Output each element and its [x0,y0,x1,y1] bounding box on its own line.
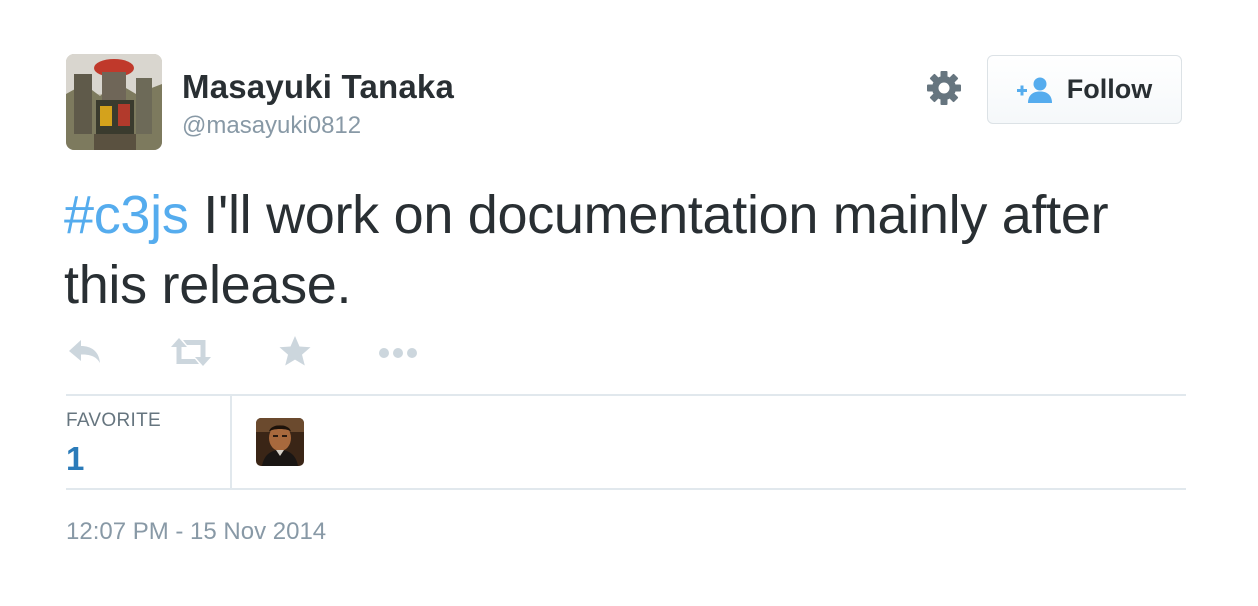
stats-top-divider [66,394,1186,396]
retweet-button[interactable] [170,334,212,375]
retweet-icon [171,338,211,366]
tweet-body: I'll work on documentation mainly after … [64,185,1109,315]
tweet-timestamp[interactable]: 12:07 PM - 15 Nov 2014 [66,518,326,546]
tweet-text: #c3js I'll work on documentation mainly … [64,180,1194,320]
author-avatar[interactable] [66,54,162,150]
stats-bottom-divider [66,488,1186,490]
stats-separator [230,396,232,488]
star-icon [279,336,311,366]
more-button[interactable] [378,340,418,371]
favorite-button[interactable] [278,334,312,373]
add-user-icon [1016,77,1052,103]
favorite-stat-label: FAVORITE [66,410,161,431]
ellipsis-icon [379,348,417,358]
reply-icon [69,340,100,363]
favoriter-avatar[interactable] [256,418,304,466]
favorite-stat-count[interactable]: 1 [66,440,84,478]
author-screen-name[interactable]: @masayuki0812 [182,112,361,140]
follow-button[interactable]: Follow [987,55,1182,124]
author-display-name[interactable]: Masayuki Tanaka [182,68,454,106]
gear-icon[interactable] [924,68,964,108]
follow-label: Follow [1066,74,1153,104]
reply-button[interactable] [66,334,102,375]
hashtag-link[interactable]: #c3js [64,185,189,245]
